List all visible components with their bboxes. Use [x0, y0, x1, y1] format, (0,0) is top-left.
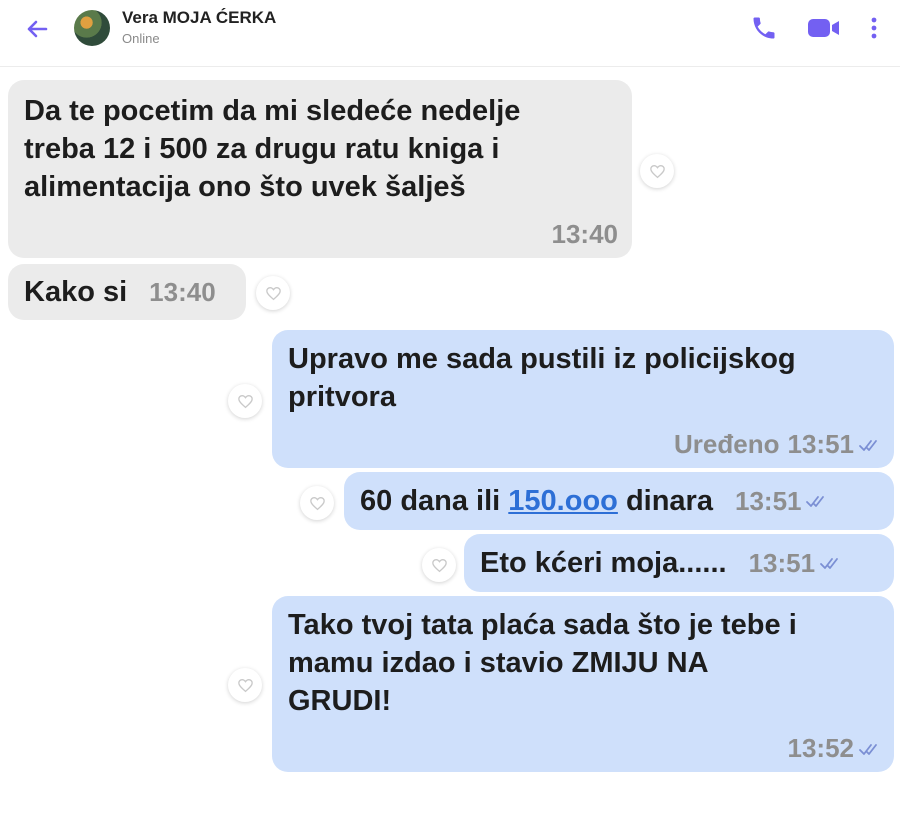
- message-line: pritvora: [288, 381, 396, 413]
- message-outgoing[interactable]: 60 dana ili 150.ooo dinara 13:51: [344, 472, 894, 530]
- heart-icon[interactable]: [640, 154, 674, 188]
- double-check-icon: [859, 439, 877, 451]
- avatar[interactable]: [74, 10, 110, 46]
- message-meta: 13:52: [788, 733, 881, 764]
- message-outgoing[interactable]: Upravo me sada pustili iz policijskog pr…: [272, 330, 894, 468]
- message-line: GRUDI!: [288, 685, 392, 717]
- message-meta: Uređeno 13:51: [674, 429, 880, 460]
- message-meta: 13:40: [552, 219, 619, 250]
- message-line: alimentacija ono što uvek šalješ: [24, 171, 466, 203]
- message-time: 13:40: [149, 276, 216, 307]
- chat-header: Vera MOJA ĆERKA Online: [0, 0, 900, 67]
- message-line: Upravo me sada pustili iz policijskog: [288, 343, 796, 375]
- heart-icon[interactable]: [228, 384, 262, 418]
- video-camera-icon[interactable]: [806, 14, 842, 42]
- double-check-icon: [859, 743, 877, 755]
- message-time: 13:51: [734, 485, 802, 516]
- heart-icon[interactable]: [228, 668, 262, 702]
- message-time: 13:51: [748, 547, 816, 578]
- message-text: 60 dana ili 150.ooo dinara: [360, 482, 713, 520]
- message-time: 13:51: [787, 429, 855, 459]
- message-line: Da te pocetim da mi sledeće nedelje: [24, 95, 521, 127]
- message-line: Tako tvoj tata plaća sada što je tebe i: [288, 609, 797, 641]
- arrow-left-icon[interactable]: [22, 14, 52, 44]
- double-check-icon: [820, 558, 838, 569]
- message-outgoing[interactable]: Eto kćeri moja...... 13:51: [464, 534, 894, 592]
- contact-status: Online: [122, 31, 160, 46]
- message-line: treba 12 i 500 za drugu ratu kniga i: [24, 133, 500, 165]
- message-incoming[interactable]: Kako si 13:40: [8, 264, 246, 320]
- contact-name[interactable]: Vera MOJA ĆERKA: [122, 8, 276, 28]
- amount-link[interactable]: 150.ooo: [508, 485, 618, 517]
- more-vertical-icon[interactable]: [862, 14, 886, 42]
- message-text-start: 60 dana ili: [360, 485, 509, 517]
- message-time: 13:52: [787, 733, 855, 763]
- heart-icon[interactable]: [422, 548, 456, 582]
- message-text: Eto kćeri moja......: [480, 547, 727, 579]
- double-check-icon: [806, 496, 825, 507]
- message-incoming[interactable]: Da te pocetim da mi sledeće nedelje treb…: [8, 80, 632, 258]
- message-text: Kako si: [24, 276, 128, 308]
- heart-icon[interactable]: [300, 486, 334, 520]
- message-line: mamu izdao i stavio ZMIJU NA: [288, 647, 709, 679]
- heart-icon[interactable]: [256, 276, 290, 310]
- message-outgoing[interactable]: Tako tvoj tata plaća sada što je tebe i …: [272, 596, 894, 772]
- message-text-end: dinara: [617, 485, 713, 517]
- phone-icon[interactable]: [750, 14, 778, 42]
- edited-label: Uređeno: [674, 429, 780, 459]
- message-time: 13:40: [551, 219, 619, 249]
